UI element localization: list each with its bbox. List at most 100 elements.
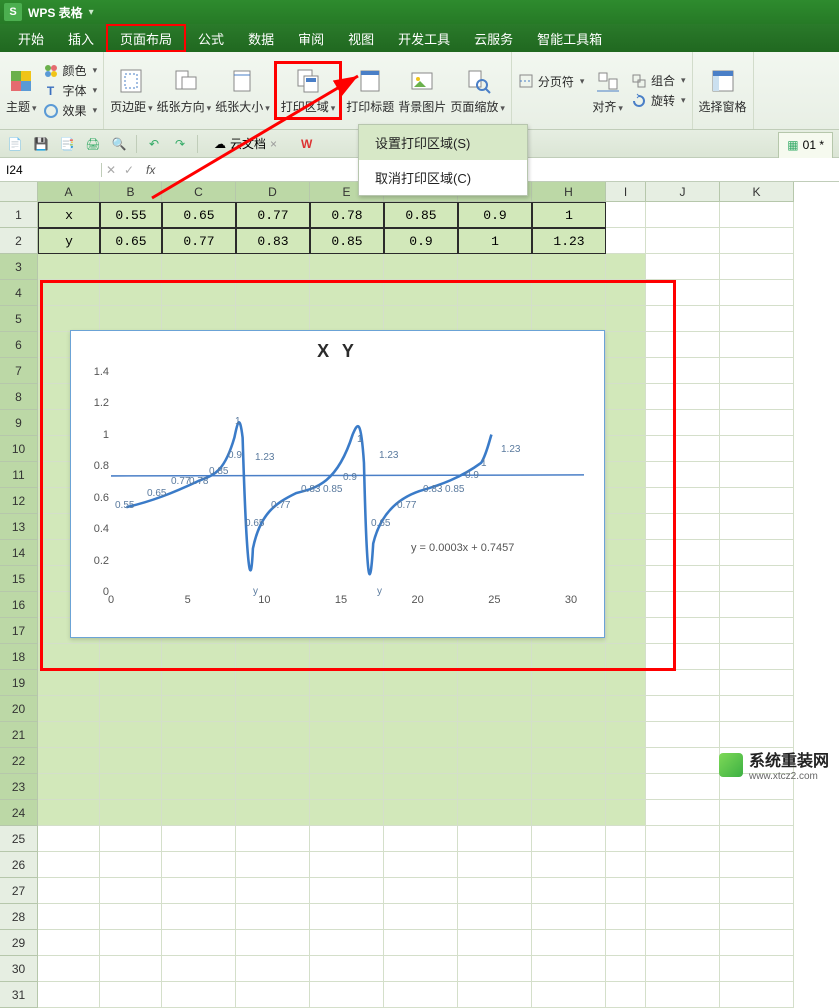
cell[interactable] xyxy=(720,306,794,332)
cell[interactable] xyxy=(646,748,720,774)
tab-formula[interactable]: 公式 xyxy=(186,24,236,52)
cell[interactable] xyxy=(458,254,532,280)
row-header[interactable]: 23 xyxy=(0,774,38,800)
cell[interactable] xyxy=(162,904,236,930)
cell[interactable] xyxy=(38,254,100,280)
color-button[interactable]: 颜色▾ xyxy=(43,62,98,79)
cell[interactable]: 1 xyxy=(458,228,532,254)
cell[interactable] xyxy=(720,540,794,566)
chart-object[interactable]: X Y 00.20.40.60.811.21.4 0.55 0.65 0.77 … xyxy=(70,330,605,638)
row-header[interactable]: 27 xyxy=(0,878,38,904)
row-header[interactable]: 31 xyxy=(0,982,38,1008)
accept-edit-icon[interactable]: ✓ xyxy=(120,161,138,179)
cell[interactable] xyxy=(38,904,100,930)
tab-review[interactable]: 审阅 xyxy=(286,24,336,52)
cell[interactable] xyxy=(100,722,162,748)
save-icon[interactable]: 💾 xyxy=(32,135,50,153)
cell[interactable] xyxy=(646,228,720,254)
cell[interactable] xyxy=(532,956,606,982)
cell[interactable] xyxy=(310,748,384,774)
cell[interactable] xyxy=(720,488,794,514)
row-header[interactable]: 7 xyxy=(0,358,38,384)
cell[interactable] xyxy=(162,800,236,826)
cell[interactable] xyxy=(38,748,100,774)
cell[interactable] xyxy=(720,852,794,878)
cell[interactable] xyxy=(646,852,720,878)
cell[interactable] xyxy=(720,826,794,852)
cell[interactable] xyxy=(532,852,606,878)
cell[interactable]: 0.78 xyxy=(310,202,384,228)
cell[interactable]: 0.9 xyxy=(384,228,458,254)
cell[interactable] xyxy=(720,410,794,436)
cell[interactable] xyxy=(606,202,646,228)
row-header[interactable]: 25 xyxy=(0,826,38,852)
cell[interactable] xyxy=(38,696,100,722)
cell[interactable] xyxy=(384,254,458,280)
cell[interactable] xyxy=(162,930,236,956)
cell[interactable] xyxy=(38,956,100,982)
cell[interactable] xyxy=(162,878,236,904)
cell[interactable] xyxy=(606,904,646,930)
cell[interactable]: 0.9 xyxy=(458,202,532,228)
cell[interactable] xyxy=(100,930,162,956)
cell[interactable] xyxy=(606,670,646,696)
cell[interactable] xyxy=(458,826,532,852)
wps-doc-tab[interactable]: W xyxy=(293,137,320,151)
active-doc-tab[interactable]: ▦01 * xyxy=(778,132,833,158)
font-button[interactable]: T字体▾ xyxy=(43,82,98,99)
set-print-area-item[interactable]: 设置打印区域(S) xyxy=(359,125,527,160)
row-header[interactable]: 14 xyxy=(0,540,38,566)
size-button[interactable]: 纸张大小▾ xyxy=(215,66,270,115)
cell[interactable] xyxy=(236,956,310,982)
cell[interactable] xyxy=(720,436,794,462)
cell[interactable] xyxy=(38,800,100,826)
cell[interactable] xyxy=(606,696,646,722)
tab-insert[interactable]: 插入 xyxy=(56,24,106,52)
row-header[interactable]: 9 xyxy=(0,410,38,436)
cell[interactable] xyxy=(384,956,458,982)
cloud-doc-tab[interactable]: ☁云文档× xyxy=(206,135,285,152)
cell[interactable] xyxy=(532,930,606,956)
column-header[interactable]: D xyxy=(236,182,310,202)
cell[interactable] xyxy=(162,774,236,800)
bg-image-button[interactable]: 背景图片 xyxy=(398,66,446,115)
cell[interactable] xyxy=(720,332,794,358)
print-area-button[interactable]: 打印区域▾ xyxy=(274,61,343,120)
row-header[interactable]: 2 xyxy=(0,228,38,254)
cell[interactable]: 0.77 xyxy=(162,228,236,254)
cell[interactable] xyxy=(384,878,458,904)
cell[interactable] xyxy=(236,254,310,280)
tab-view[interactable]: 视图 xyxy=(336,24,386,52)
column-header[interactable]: B xyxy=(100,182,162,202)
cell[interactable] xyxy=(720,358,794,384)
row-header[interactable]: 20 xyxy=(0,696,38,722)
cell[interactable] xyxy=(310,254,384,280)
cell[interactable] xyxy=(606,800,646,826)
cell[interactable] xyxy=(100,774,162,800)
cell[interactable] xyxy=(38,930,100,956)
cell[interactable] xyxy=(236,826,310,852)
cell[interactable] xyxy=(458,904,532,930)
column-header[interactable]: A xyxy=(38,182,100,202)
cell[interactable]: y xyxy=(38,228,100,254)
cell[interactable] xyxy=(38,878,100,904)
cell[interactable] xyxy=(310,800,384,826)
cell[interactable] xyxy=(100,982,162,1008)
row-header[interactable]: 10 xyxy=(0,436,38,462)
tab-smart-toolbox[interactable]: 智能工具箱 xyxy=(525,24,614,52)
cell[interactable] xyxy=(532,696,606,722)
theme-button[interactable]: 主题▾ xyxy=(6,66,37,115)
cell[interactable] xyxy=(646,774,720,800)
cell[interactable] xyxy=(646,982,720,1008)
tab-data[interactable]: 数据 xyxy=(236,24,286,52)
row-header[interactable]: 3 xyxy=(0,254,38,280)
cell[interactable] xyxy=(646,202,720,228)
cell[interactable] xyxy=(162,722,236,748)
cell[interactable] xyxy=(532,904,606,930)
cell[interactable] xyxy=(162,852,236,878)
cell[interactable] xyxy=(458,774,532,800)
spreadsheet-grid[interactable]: ABCDEFGHIJK 1234567891011121314151617181… xyxy=(0,182,839,802)
cell[interactable] xyxy=(162,748,236,774)
fx-label[interactable]: fx xyxy=(138,163,163,177)
row-header[interactable]: 6 xyxy=(0,332,38,358)
